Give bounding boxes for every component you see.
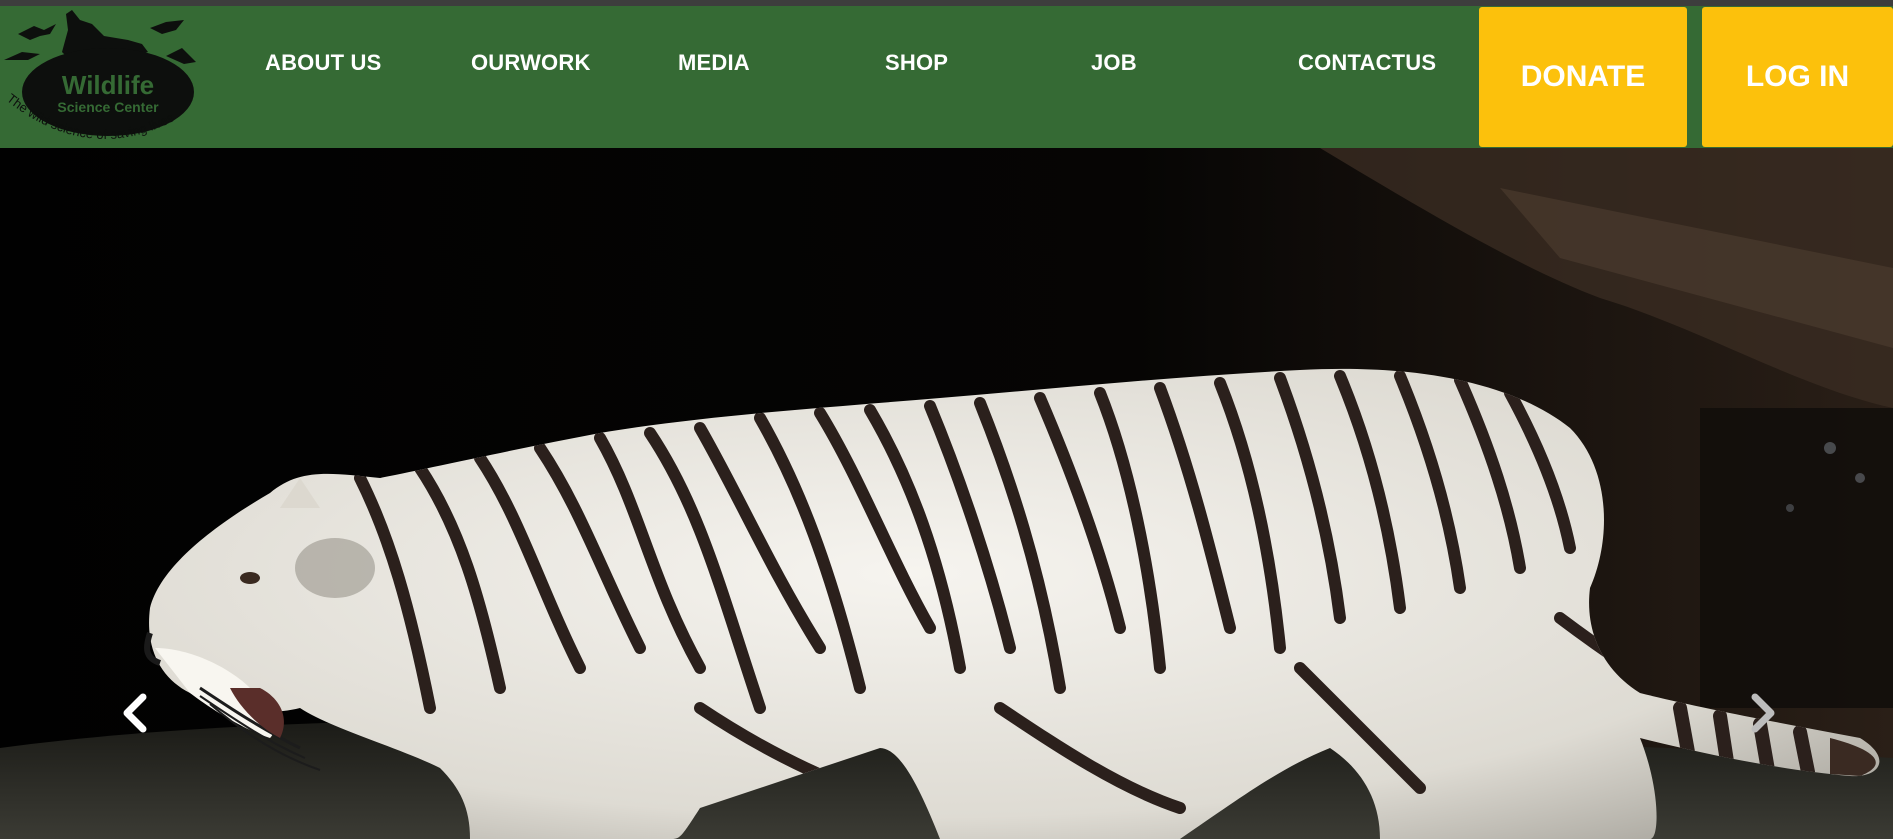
chevron-left-icon	[123, 693, 147, 733]
login-button[interactable]: LOG IN	[1702, 7, 1893, 147]
page: Wildlife Science Center The wild science…	[0, 0, 1893, 839]
hero-carousel	[0, 148, 1893, 839]
nav-about-us[interactable]: ABOUT US	[265, 50, 382, 76]
carousel-prev-button[interactable]	[107, 683, 167, 743]
nav-our-work[interactable]: OURWORK	[471, 50, 591, 76]
chevron-right-icon	[1751, 693, 1775, 733]
logo-subtitle: Science Center	[57, 99, 159, 115]
hero-image-white-tiger	[0, 148, 1893, 839]
nav-job[interactable]: JOB	[1091, 50, 1137, 76]
nav-shop[interactable]: SHOP	[885, 50, 948, 76]
logo[interactable]: Wildlife Science Center The wild science…	[0, 0, 215, 148]
logo-title: Wildlife	[62, 70, 154, 100]
bird-icon	[18, 24, 56, 40]
nav-contact-us[interactable]: CONTACTUS	[1298, 50, 1436, 76]
bird-icon	[166, 48, 196, 64]
bird-icon	[150, 20, 184, 34]
carousel-next-button[interactable]	[1731, 683, 1791, 743]
bird-icon	[4, 52, 40, 60]
donate-button[interactable]: DONATE	[1479, 7, 1687, 147]
nav-media[interactable]: MEDIA	[678, 50, 750, 76]
